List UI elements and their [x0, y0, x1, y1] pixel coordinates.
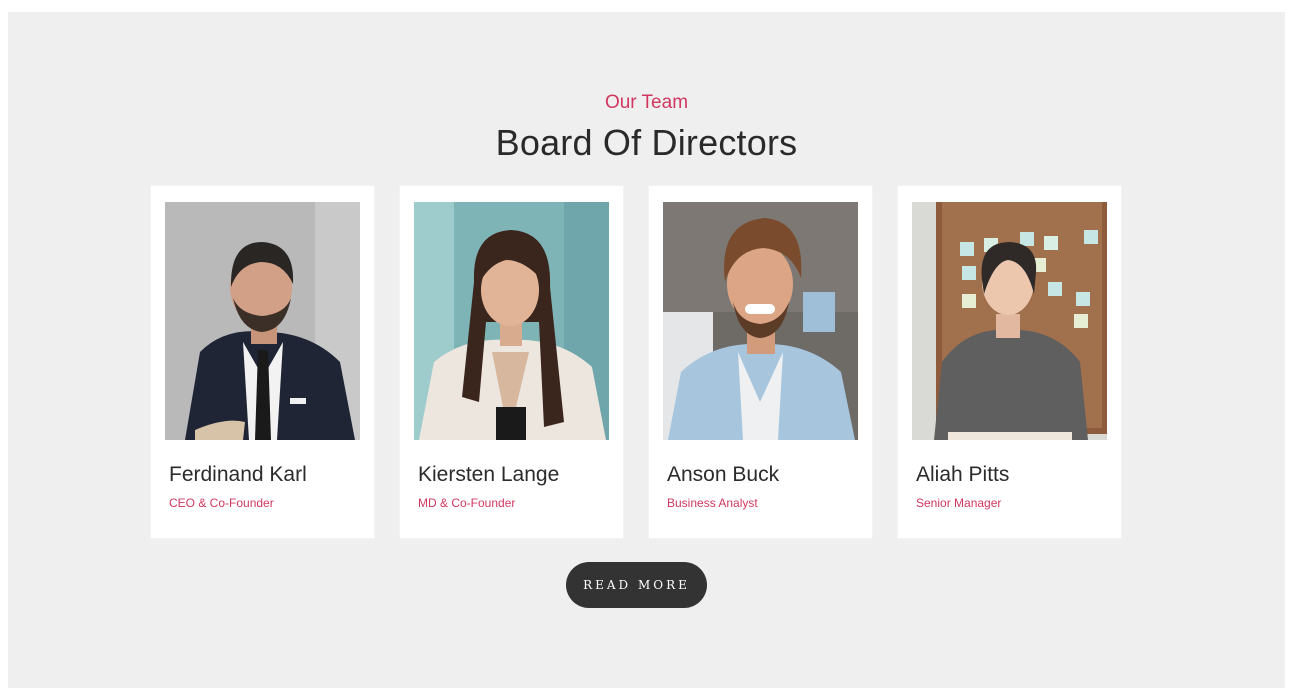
team-card[interactable]: Anson Buck Business Analyst — [649, 186, 872, 538]
read-more-button[interactable]: READ MORE — [566, 562, 707, 608]
team-member-name: Ferdinand Karl — [169, 463, 307, 486]
team-member-role: Senior Manager — [916, 496, 1002, 510]
team-card[interactable]: Kiersten Lange MD & Co-Founder — [400, 186, 623, 538]
team-card[interactable]: Aliah Pitts Senior Manager — [898, 186, 1121, 538]
team-member-name: Anson Buck — [667, 463, 780, 486]
team-member-photo — [165, 202, 360, 440]
team-card[interactable]: Ferdinand Karl CEO & Co-Founder — [151, 186, 374, 538]
team-member-name: Aliah Pitts — [916, 463, 1010, 486]
team-member-photo — [912, 202, 1107, 440]
team-member-name: Kiersten Lange — [418, 463, 560, 486]
team-member-role: MD & Co-Founder — [418, 496, 516, 510]
team-member-photo — [414, 202, 609, 440]
team-member-photo — [663, 202, 858, 440]
team-member-role: Business Analyst — [667, 496, 758, 510]
section-eyebrow: Our Team — [604, 92, 689, 113]
team-grid: Ferdinand Karl CEO & Co-Founder Kiersten… — [151, 186, 1121, 538]
team-section: Our Team Board Of Directors Ferdinand Ka… — [8, 12, 1285, 688]
section-title: Board Of Directors — [495, 122, 798, 163]
team-member-role: CEO & Co-Founder — [169, 496, 274, 510]
